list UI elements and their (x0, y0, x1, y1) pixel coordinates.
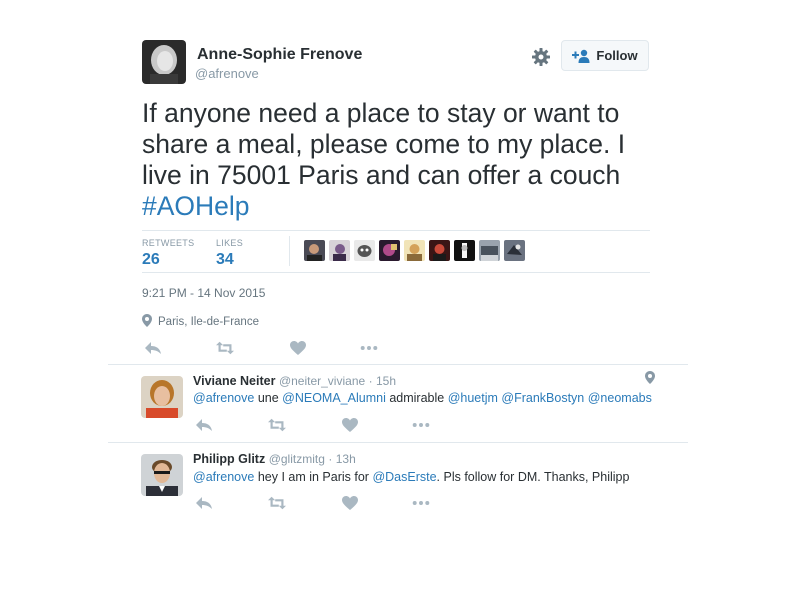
author-handle[interactable]: @afrenove (195, 66, 259, 81)
reply-text: @afrenove hey I am in Paris for @DasErst… (193, 470, 629, 484)
tweet-line: live in 75001 Paris and can offer a couc… (142, 160, 621, 190)
liker-avatar[interactable] (404, 240, 425, 261)
reply-button[interactable] (195, 495, 213, 511)
retweet-icon (216, 341, 234, 355)
more-button[interactable] (412, 417, 430, 433)
retweet-button[interactable] (268, 417, 286, 433)
location-pin-icon (142, 314, 152, 330)
add-user-icon (572, 49, 590, 63)
liker-avatar[interactable] (329, 240, 350, 261)
mention-link[interactable]: @NEOMA_Alumni (282, 391, 386, 405)
reply-time[interactable]: · 15h (369, 374, 396, 388)
more-icon (412, 501, 430, 505)
reply-author-name[interactable]: Viviane Neiter (193, 374, 275, 388)
retweet-button[interactable] (216, 340, 234, 356)
reply-text-segment: admirable (385, 391, 448, 405)
reply-author-handle[interactable]: @neiter_viviane (279, 374, 365, 388)
reply-author-name[interactable]: Philipp Glitz (193, 452, 265, 466)
liker-avatar[interactable] (304, 240, 325, 261)
follow-button[interactable]: Follow (561, 40, 649, 71)
tweet-timestamp[interactable]: 9:21 PM - 14 Nov 2015 (142, 286, 265, 300)
location-label: Paris, Ile-de-France (158, 316, 259, 328)
reply-text-segment: une (254, 391, 283, 405)
reply-icon (145, 342, 161, 354)
more-icon (360, 346, 378, 350)
tweet-line: If anyone need a place to stay or want t… (142, 98, 620, 128)
reply-button[interactable] (144, 340, 162, 356)
liker-avatar[interactable] (354, 240, 375, 261)
liker-avatar[interactable] (479, 240, 500, 261)
reply-button[interactable] (195, 417, 213, 433)
reply-time[interactable]: · 13h (328, 452, 355, 466)
location-pin-icon (645, 371, 655, 389)
likes-count[interactable]: 34 (216, 251, 234, 269)
divider (108, 442, 688, 443)
divider (142, 230, 650, 231)
divider (142, 272, 650, 273)
reply-text: @afrenove une @NEOMA_Alumni admirable @h… (193, 391, 652, 405)
heart-icon (342, 418, 358, 432)
author-name[interactable]: Anne-Sophie Frenove (197, 46, 362, 64)
liker-avatar[interactable] (379, 240, 400, 261)
mention-link[interactable]: @DasErste (372, 470, 436, 484)
stats-separator (289, 236, 290, 266)
mention-link[interactable]: @FrankBostyn (501, 391, 584, 405)
retweet-icon (268, 418, 286, 432)
retweet-icon (268, 496, 286, 510)
liker-avatar[interactable] (504, 240, 525, 261)
tweet-text: If anyone need a place to stay or want t… (142, 98, 662, 222)
more-button[interactable] (412, 495, 430, 511)
more-button[interactable] (360, 340, 378, 356)
likes-label[interactable]: LIKES (216, 238, 243, 248)
heart-icon (342, 496, 358, 510)
reply-avatar[interactable] (141, 454, 183, 496)
hashtag-link[interactable]: #AOHelp (142, 191, 662, 222)
reply-icon (196, 419, 212, 431)
like-button[interactable] (341, 417, 359, 433)
reply-header: Viviane Neiter @neiter_viviane · 15h (193, 374, 396, 388)
mention-link[interactable]: @neomabs (588, 391, 652, 405)
reply-header: Philipp Glitz @glitzmitg · 13h (193, 452, 356, 466)
follow-label: Follow (596, 48, 638, 63)
liker-avatar[interactable] (454, 240, 475, 261)
like-button[interactable] (341, 495, 359, 511)
retweet-button[interactable] (268, 495, 286, 511)
reply-icon (196, 497, 212, 509)
tweet-location[interactable]: Paris, Ile-de-France (142, 314, 259, 330)
liker-avatar[interactable] (429, 240, 450, 261)
gear-icon[interactable] (530, 46, 552, 68)
divider (108, 364, 688, 365)
retweets-label[interactable]: RETWEETS (142, 238, 194, 248)
reply-avatar[interactable] (141, 376, 183, 418)
tweet-line: share a meal, please come to my place. I (142, 129, 626, 159)
heart-icon (290, 341, 306, 355)
mention-link[interactable]: @afrenove (193, 470, 254, 484)
reply-author-handle[interactable]: @glitzmitg (269, 452, 325, 466)
like-button[interactable] (289, 340, 307, 356)
reply-text-segment: hey I am in Paris for (254, 470, 373, 484)
reply-text-segment: . Pls follow for DM. Thanks, Philipp (436, 470, 630, 484)
author-avatar[interactable] (142, 40, 186, 84)
more-icon (412, 423, 430, 427)
mention-link[interactable]: @afrenove (193, 391, 254, 405)
retweets-count[interactable]: 26 (142, 251, 160, 269)
mention-link[interactable]: @huetjm (448, 391, 498, 405)
